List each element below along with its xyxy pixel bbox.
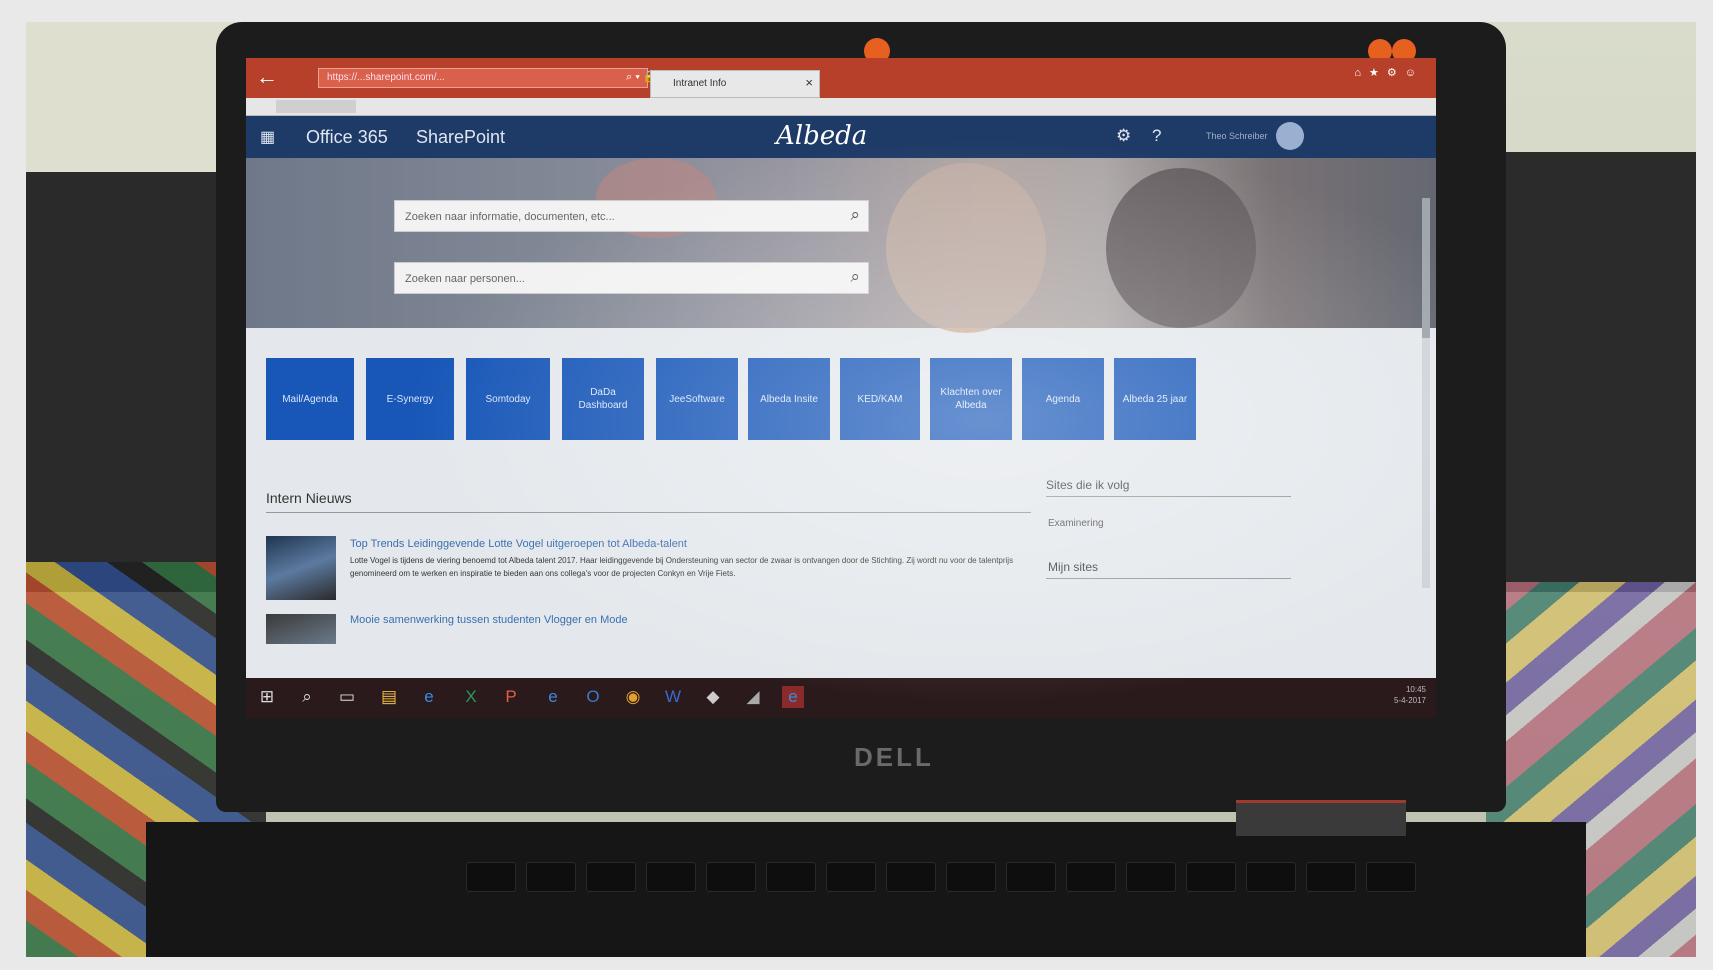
office365-link[interactable]: Office 365 xyxy=(306,127,388,148)
laptop-keyboard-base xyxy=(146,822,1586,957)
browser-titlebar: ← https://...sharepoint.com/... ⌕ ▾ 🔒 ↻ … xyxy=(246,58,1436,98)
address-text: https://...sharepoint.com/... xyxy=(327,72,445,83)
app-icon[interactable]: ◆ xyxy=(702,686,724,708)
search-documents-input[interactable]: Zoeken naar informatie, documenten, etc.… xyxy=(394,200,869,232)
keyboard-key xyxy=(466,862,516,892)
keyboard-key xyxy=(586,862,636,892)
tile-ked-kam[interactable]: KED/KAM xyxy=(840,358,920,440)
tile-jeesoftware[interactable]: JeeSoftware xyxy=(656,358,738,440)
keyboard-key xyxy=(1366,862,1416,892)
keyboard-key xyxy=(1126,862,1176,892)
followed-site-link[interactable]: Examinering xyxy=(1048,518,1104,529)
avatar[interactable] xyxy=(1276,122,1304,150)
task-view-icon[interactable]: ▭ xyxy=(336,686,358,708)
search-documents-placeholder: Zoeken naar informatie, documenten, etc.… xyxy=(405,211,615,223)
chrome-icon[interactable]: ◉ xyxy=(622,686,644,708)
tile-albeda-25-jaar[interactable]: Albeda 25 jaar xyxy=(1114,358,1196,440)
edge-icon[interactable]: e xyxy=(418,686,440,708)
tab-intranet[interactable]: Intranet Info × xyxy=(650,70,820,98)
system-clock[interactable]: 10:45 5-4-2017 xyxy=(1394,684,1426,706)
windows-start-icon[interactable]: ⊞ xyxy=(256,686,278,708)
keyboard-key xyxy=(526,862,576,892)
user-name[interactable]: Theo Schreiber xyxy=(1206,131,1268,141)
clock-time: 10:45 xyxy=(1405,685,1426,694)
divider xyxy=(1046,496,1291,497)
windows-taskbar: ⊞ ⌕ ▭ ▤ e X P e O ◉ W ◆ ◢ e 10:45 5-4-20… xyxy=(246,678,1436,718)
search-people-input[interactable]: Zoeken naar personen... ⌕ xyxy=(394,262,869,294)
tile-dada-dashboard[interactable]: DaDa Dashboard xyxy=(562,358,644,440)
keyboard-key xyxy=(1006,862,1056,892)
keyboard-key xyxy=(946,862,996,892)
search-icon[interactable]: ⌕ xyxy=(296,686,318,708)
tile-somtoday[interactable]: Somtoday xyxy=(466,358,550,440)
tile-esynergy[interactable]: E-Synergy xyxy=(366,358,454,440)
word-icon[interactable]: W xyxy=(662,686,684,708)
news-item-title[interactable]: Top Trends Leidinggevende Lotte Vogel ui… xyxy=(350,538,687,550)
news-heading: Intern Nieuws xyxy=(266,490,352,506)
address-bar[interactable]: https://...sharepoint.com/... xyxy=(318,68,648,88)
internet-explorer-icon[interactable]: e xyxy=(542,686,564,708)
my-sites-heading[interactable]: Mijn sites xyxy=(1048,560,1098,574)
hero-overlay xyxy=(246,158,1436,328)
clock-date: 5-4-2017 xyxy=(1393,696,1426,705)
tile-mail[interactable]: Mail/Agenda xyxy=(266,358,354,440)
search-icon[interactable]: ⌕ xyxy=(850,205,860,225)
favorites-bar xyxy=(246,98,1436,116)
excel-icon[interactable]: X xyxy=(460,686,482,708)
keyboard-key xyxy=(646,862,696,892)
tile-klachten[interactable]: Klachten over Albeda xyxy=(930,358,1012,440)
back-button[interactable]: ← xyxy=(254,64,280,90)
keyboard-key xyxy=(1306,862,1356,892)
office365-suite-bar: ▦ Office 365 SharePoint Albeda ⚙ ? Theo … xyxy=(246,116,1436,158)
news-thumbnail[interactable] xyxy=(266,614,336,644)
favorite-item[interactable] xyxy=(276,100,356,113)
followed-sites-heading: Sites die ik volg xyxy=(1046,478,1130,492)
sharepoint-link[interactable]: SharePoint xyxy=(416,127,505,148)
laptop-hinge xyxy=(1236,800,1406,836)
close-icon[interactable]: × xyxy=(805,75,813,90)
keyboard-key xyxy=(826,862,876,892)
wall-background xyxy=(26,22,246,182)
powerpoint-icon[interactable]: P xyxy=(500,686,522,708)
news-item-body: Lotte Vogel is tijdens de viering benoem… xyxy=(350,556,1014,578)
divider xyxy=(1046,578,1291,579)
divider xyxy=(266,512,1031,513)
keyboard-key xyxy=(886,862,936,892)
outlook-icon[interactable]: O xyxy=(582,686,604,708)
internet-explorer-active-icon[interactable]: e xyxy=(782,686,804,708)
albeda-logo[interactable]: Albeda xyxy=(776,121,867,151)
keyboard-key xyxy=(766,862,816,892)
keyboard-key xyxy=(1066,862,1116,892)
app-tiles: Mail/Agenda E-Synergy Somtoday DaDa Dash… xyxy=(266,358,1206,448)
tile-albeda-insite[interactable]: Albeda Insite xyxy=(748,358,830,440)
app-icon[interactable]: ◢ xyxy=(742,686,764,708)
dell-logo: DELL xyxy=(854,742,934,772)
tab-label: Intranet Info xyxy=(673,78,727,89)
help-icon[interactable]: ? xyxy=(1152,126,1161,146)
app-launcher-icon[interactable]: ▦ xyxy=(260,127,278,146)
news-item-title[interactable]: Mooie samenwerking tussen studenten Vlog… xyxy=(350,614,628,626)
browser-toolbar-icons[interactable]: ⌂★⚙☺ xyxy=(1354,66,1424,79)
page-scrollbar[interactable] xyxy=(1422,198,1430,588)
keyboard-key xyxy=(1246,862,1296,892)
laptop-screen: ← https://...sharepoint.com/... ⌕ ▾ 🔒 ↻ … xyxy=(246,58,1436,718)
search-icon[interactable]: ⌕ xyxy=(850,267,860,287)
tile-agenda[interactable]: Agenda xyxy=(1022,358,1104,440)
search-people-placeholder: Zoeken naar personen... xyxy=(405,273,525,285)
gear-icon[interactable]: ⚙ xyxy=(1116,126,1131,146)
news-thumbnail[interactable] xyxy=(266,536,336,600)
keyboard-key xyxy=(706,862,756,892)
file-explorer-icon[interactable]: ▤ xyxy=(378,686,400,708)
keyboard-key xyxy=(1186,862,1236,892)
scrollbar-thumb[interactable] xyxy=(1422,198,1430,338)
